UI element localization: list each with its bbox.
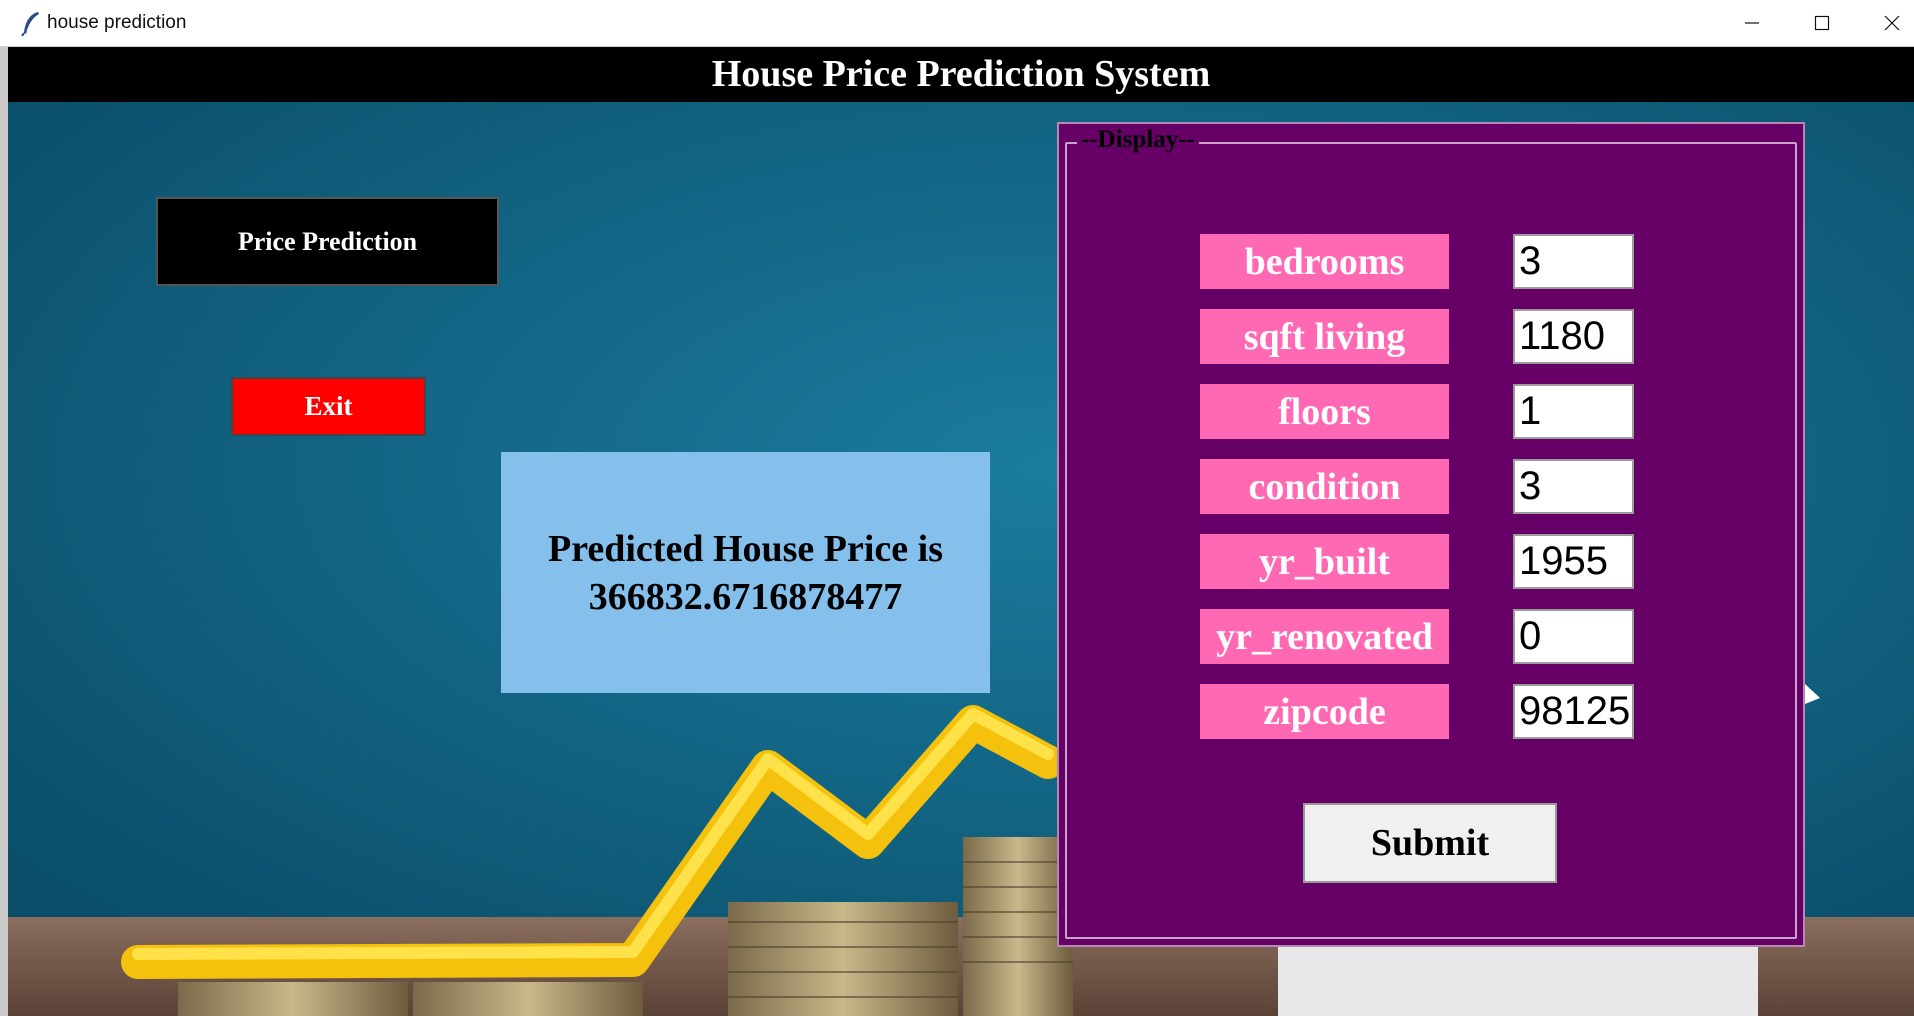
page-title: House Price Prediction System bbox=[8, 47, 1914, 102]
yr-built-value: 1955 bbox=[1519, 539, 1608, 583]
yr-built-label: yr_built bbox=[1200, 534, 1449, 589]
bedrooms-input[interactable]: 3 bbox=[1513, 234, 1634, 289]
display-panel: --Display-- bedrooms 3 sqft living 1180 … bbox=[1057, 122, 1805, 947]
bedrooms-label: bedrooms bbox=[1200, 234, 1449, 289]
exit-button[interactable]: Exit bbox=[231, 377, 426, 436]
condition-input[interactable]: 3 bbox=[1513, 459, 1634, 514]
floors-input[interactable]: 1 bbox=[1513, 384, 1634, 439]
sqft-living-value: 1180 bbox=[1519, 314, 1606, 358]
yr-renovated-label: yr_renovated bbox=[1200, 609, 1449, 664]
yr-renovated-value: 0 bbox=[1519, 614, 1542, 658]
minimize-icon bbox=[1745, 22, 1759, 24]
condition-label: condition bbox=[1200, 459, 1449, 514]
maximize-icon bbox=[1814, 15, 1830, 31]
zipcode-input[interactable]: 98125 bbox=[1513, 684, 1634, 739]
floors-value: 1 bbox=[1519, 389, 1542, 433]
prediction-result-box: Predicted House Price is 366832.67168784… bbox=[501, 452, 990, 693]
submit-button[interactable]: Submit bbox=[1303, 803, 1557, 883]
feather-icon bbox=[21, 12, 39, 36]
bedrooms-value: 3 bbox=[1519, 239, 1542, 283]
yr-renovated-input[interactable]: 0 bbox=[1513, 609, 1634, 664]
price-prediction-button[interactable]: Price Prediction bbox=[156, 197, 499, 286]
sqft-living-label: sqft living bbox=[1200, 309, 1449, 364]
window-titlebar: house prediction bbox=[0, 0, 1914, 47]
floors-label: floors bbox=[1200, 384, 1449, 439]
maximize-button[interactable] bbox=[1787, 0, 1857, 46]
display-legend: --Display-- bbox=[1077, 126, 1199, 154]
result-value: 366832.6716878477 bbox=[588, 575, 903, 618]
prediction-result-text: Predicted House Price is 366832.67168784… bbox=[548, 525, 943, 621]
zipcode-label: zipcode bbox=[1200, 684, 1449, 739]
close-button[interactable] bbox=[1857, 0, 1914, 46]
zipcode-value: 98125 bbox=[1519, 689, 1631, 733]
minimize-button[interactable] bbox=[1717, 0, 1787, 46]
yr-built-input[interactable]: 1955 bbox=[1513, 534, 1634, 589]
condition-value: 3 bbox=[1519, 464, 1542, 508]
sqft-living-input[interactable]: 1180 bbox=[1513, 309, 1634, 364]
window-title: house prediction bbox=[47, 12, 187, 33]
window-edge bbox=[0, 47, 8, 1016]
close-icon bbox=[1884, 15, 1900, 31]
result-label: Predicted House Price is bbox=[547, 527, 944, 570]
